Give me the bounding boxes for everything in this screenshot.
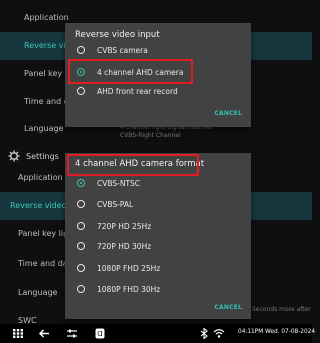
radio-button-selected[interactable] xyxy=(77,68,85,76)
wifi-icon xyxy=(213,329,225,338)
bg-item-label: Language xyxy=(18,288,58,297)
option-cvbs-camera[interactable]: CVBS camera xyxy=(70,41,246,59)
clock-date-text: 04:11PM Wed. 07-08-2024 xyxy=(238,329,316,335)
option-label: 720P HD 25Hz xyxy=(97,221,152,231)
gear-icon xyxy=(8,150,20,162)
option-720p-25hz[interactable]: 720P HD 25Hz xyxy=(70,217,246,235)
settings-header: Settings xyxy=(8,146,59,166)
option-label: 720P HD 30Hz xyxy=(97,241,152,251)
option-cvbs-ntsc[interactable]: CVBS-NTSC xyxy=(70,174,246,192)
dialog-title: Reverse video input xyxy=(75,30,160,40)
android-settings-screen: Application Reverse video Panel key ligh… xyxy=(0,0,316,343)
settings-title: Settings xyxy=(26,151,59,161)
option-label: CVBS-NTSC xyxy=(97,178,141,188)
cancel-button[interactable]: CANCEL xyxy=(214,304,242,311)
svg-text:Ɑ: Ɑ xyxy=(97,330,102,338)
bg-right-subtext: CVBS-Right Channel xyxy=(120,132,181,139)
radio-button[interactable] xyxy=(77,264,85,272)
cancel-button[interactable]: CANCEL xyxy=(214,110,242,117)
radio-button[interactable] xyxy=(77,242,85,250)
bg-item-label: Language xyxy=(24,124,64,133)
option-label: CVBS camera xyxy=(97,45,148,55)
option-4ch-ahd-camera[interactable]: 4 channel AHD camera xyxy=(70,63,246,81)
radio-button[interactable] xyxy=(77,46,85,54)
option-label: 4 channel AHD camera xyxy=(97,67,184,77)
bg-right-note: Seconds more after xyxy=(252,306,311,313)
option-label: 1080P FHD 30Hz xyxy=(97,284,161,294)
dialog-title: 4 channel AHD camera format xyxy=(75,159,205,169)
radio-button[interactable] xyxy=(77,200,85,208)
reverse-video-input-dialog: Reverse video input CVBS camera 4 channe… xyxy=(65,23,251,127)
apps-grid-icon[interactable] xyxy=(12,328,24,339)
option-720p-30hz[interactable]: 720P HD 30Hz xyxy=(70,237,246,255)
bg-item-label: Application xyxy=(18,173,63,182)
equalizer-icon[interactable] xyxy=(66,328,78,339)
back-arrow-icon[interactable] xyxy=(38,328,50,339)
bluetooth-icon xyxy=(200,328,208,339)
radio-button[interactable] xyxy=(77,285,85,293)
option-cvbs-pal[interactable]: CVBS-PAL xyxy=(70,195,246,213)
radio-button[interactable] xyxy=(77,87,85,95)
option-1080p-25hz[interactable]: 1080P FHD 25Hz xyxy=(70,259,246,277)
system-bar: Ɑ 04:11PM Wed. 07-08-2024 xyxy=(0,324,316,343)
option-label: CVBS-PAL xyxy=(97,199,134,209)
option-label: 1080P FHD 25Hz xyxy=(97,263,161,273)
bg-item-label: Reverse video xyxy=(10,201,67,210)
radio-button[interactable] xyxy=(77,222,85,230)
bg-item-label: Application xyxy=(24,13,69,22)
media-app-icon[interactable]: Ɑ xyxy=(94,328,106,339)
option-label: AHD front rear record xyxy=(97,86,178,96)
option-ahd-front-rear-record[interactable]: AHD front rear record xyxy=(70,82,246,100)
ahd-camera-format-dialog: 4 channel AHD camera format CVBS-NTSC CV… xyxy=(65,153,251,319)
radio-button-selected[interactable] xyxy=(77,179,85,187)
option-1080p-30hz[interactable]: 1080P FHD 30Hz xyxy=(70,280,246,298)
